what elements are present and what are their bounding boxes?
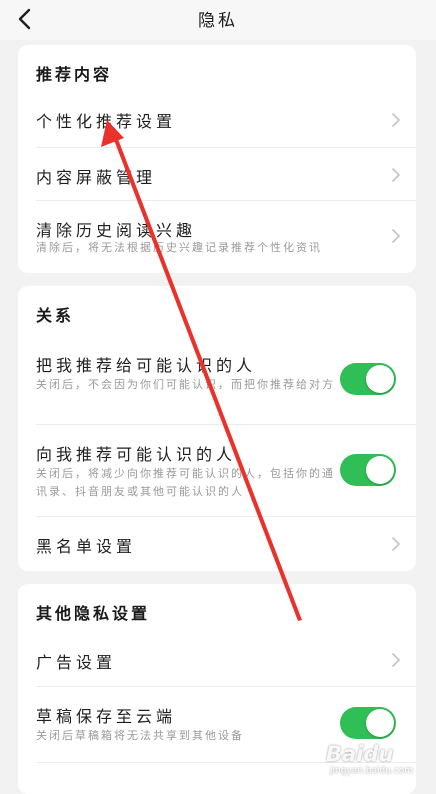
chevron-right-icon — [392, 168, 400, 182]
row-description: 清除后，将无法根据历史兴趣记录推荐个性化资讯 — [36, 241, 322, 254]
section-title-recommend-content: 推荐内容 — [36, 65, 113, 84]
toggle-switch[interactable] — [340, 454, 396, 486]
section-title-other-privacy: 其他隐私设置 — [36, 604, 151, 623]
toggle-knob — [366, 709, 394, 737]
row-title: 内容屏蔽管理 — [36, 168, 157, 187]
watermark-brand: Baidu — [326, 742, 394, 766]
toggle-knob — [366, 456, 394, 484]
row-description: 关闭后，不会因为你们可能认识，而把你推荐给对方 — [36, 378, 335, 391]
row-description: 关闭后草稿箱将无法共享到其他设备 — [36, 729, 244, 742]
baidu-watermark: Baidu jingyan.baidu.com — [326, 742, 424, 780]
paw-icon — [397, 743, 412, 760]
row-ad-settings[interactable]: 广告设置 — [18, 634, 416, 686]
page-title: 隐私 — [198, 11, 238, 31]
row-title: 草稿保存至云端 — [36, 707, 177, 726]
chevron-right-icon — [392, 537, 400, 551]
chevron-right-icon — [392, 653, 400, 667]
row-description: 关闭后，将减少向你推荐可能认识的人，包括你的通讯录、抖音朋友或其他可能认识的人 — [36, 467, 335, 498]
row-title: 把我推荐给可能认识的人 — [36, 356, 257, 375]
chevron-right-icon — [392, 113, 400, 127]
top-bar: 隐私 — [0, 0, 436, 40]
toggle-switch[interactable] — [340, 707, 396, 739]
recommend-content-card: 推荐内容 个性化推荐设置 内容屏蔽管理 清除历史阅读兴趣 清除后，将无法根据历史… — [18, 45, 416, 273]
row-title: 向我推荐可能认识的人 — [36, 445, 237, 464]
section-title-relationship: 关系 — [36, 306, 75, 325]
row-blacklist-settings[interactable]: 黑名单设置 — [18, 517, 416, 571]
relationship-card: 关系 把我推荐给可能认识的人 关闭后，不会因为你们可能认识，而把你推荐给对方 向… — [18, 286, 416, 571]
watermark-url: jingyan.baidu.com — [330, 766, 414, 776]
row-title: 广告设置 — [36, 653, 117, 672]
row-recommend-me-to-others[interactable]: 把我推荐给可能认识的人 关闭后，不会因为你们可能认识，而把你推荐给对方 — [18, 336, 416, 424]
toggle-knob — [366, 365, 394, 393]
row-recommend-others-to-me[interactable]: 向我推荐可能认识的人 关闭后，将减少向你推荐可能认识的人，包括你的通讯录、抖音朋… — [18, 425, 416, 515]
row-title: 个性化推荐设置 — [36, 112, 177, 131]
row-title: 黑名单设置 — [36, 537, 137, 556]
row-clear-reading-interest[interactable]: 清除历史阅读兴趣 清除后，将无法根据历史兴趣记录推荐个性化资讯 — [18, 201, 416, 273]
row-personalized-recommendation[interactable]: 个性化推荐设置 — [18, 94, 416, 146]
row-content-block-management[interactable]: 内容屏蔽管理 — [18, 148, 416, 200]
row-title: 清除历史阅读兴趣 — [36, 221, 197, 240]
chevron-right-icon — [392, 229, 400, 243]
toggle-switch[interactable] — [340, 363, 396, 395]
